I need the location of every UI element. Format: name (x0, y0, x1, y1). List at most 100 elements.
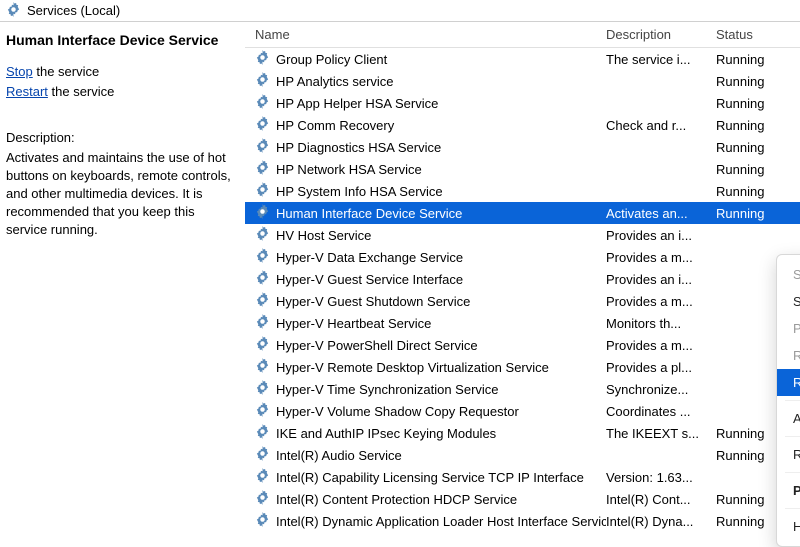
menu-separator (785, 472, 800, 473)
service-name-cell: Hyper-V Guest Shutdown Service (255, 292, 606, 310)
column-headers: Name Description Status (245, 22, 800, 48)
menu-all-tasks[interactable]: All Tasks▶ (777, 405, 800, 432)
table-row[interactable]: Intel(R) Dynamic Application Loader Host… (245, 510, 800, 532)
service-name: Hyper-V PowerShell Direct Service (276, 338, 478, 353)
menu-separator (785, 400, 800, 401)
service-status: Running (716, 162, 796, 177)
service-name-cell: Hyper-V PowerShell Direct Service (255, 336, 606, 354)
menu-refresh[interactable]: Refresh (777, 441, 800, 468)
service-name: Hyper-V Remote Desktop Virtualization Se… (276, 360, 549, 375)
table-row[interactable]: HP App Helper HSA ServiceRunning (245, 92, 800, 114)
service-name-cell: Hyper-V Time Synchronization Service (255, 380, 606, 398)
service-name: Intel(R) Content Protection HDCP Service (276, 492, 517, 507)
service-desc: Provides a m... (606, 338, 716, 353)
service-desc: Coordinates ... (606, 404, 716, 419)
service-name: Hyper-V Volume Shadow Copy Requestor (276, 404, 519, 419)
menu-help[interactable]: Help (777, 513, 800, 540)
table-row[interactable]: Group Policy Client The service i...Runni… (245, 48, 800, 70)
service-name: IKE and AuthIP IPsec Keying Modules (276, 426, 496, 441)
table-row[interactable]: HP Diagnostics HSA ServiceRunning (245, 136, 800, 158)
gear-icon (255, 204, 270, 222)
gear-icon (255, 402, 270, 420)
service-status: Running (716, 74, 796, 89)
gear-icon (255, 490, 270, 508)
gear-icon (255, 380, 270, 398)
gear-icon (255, 512, 270, 530)
gear-icon (255, 424, 270, 442)
titlebar: Services (Local) (0, 0, 800, 22)
service-desc: Intel(R) Cont... (606, 492, 716, 507)
service-name-cell: HP Diagnostics HSA Service (255, 138, 606, 156)
description-label: Description: (6, 130, 235, 145)
window-title: Services (Local) (27, 3, 120, 18)
table-row[interactable]: HP Network HSA Service Running (245, 158, 800, 180)
table-row[interactable]: Hyper-V PowerShell Direct Service Provide… (245, 334, 800, 356)
service-desc: The IKEEXT s... (606, 426, 716, 441)
table-row[interactable]: Human Interface Device ServiceActivates … (245, 202, 800, 224)
service-name-cell: Intel(R) Dynamic Application Loader Host… (255, 512, 606, 530)
gear-icon (255, 336, 270, 354)
menu-stop[interactable]: Stop (777, 288, 800, 315)
service-heading: Human Interface Device Service (6, 32, 235, 48)
service-name: Group Policy Client (276, 52, 387, 67)
service-status: Running (716, 52, 796, 67)
service-name-cell: IKE and AuthIP IPsec Keying Modules (255, 424, 606, 442)
service-name: Hyper-V Time Synchronization Service (276, 382, 499, 397)
service-desc: Check and r... (606, 118, 716, 133)
service-name-cell: HP Network HSA Service (255, 160, 606, 178)
service-status: Running (716, 184, 796, 199)
description-text: Activates and maintains the use of hot b… (6, 149, 235, 239)
service-name-cell: Hyper-V Remote Desktop Virtualization Se… (255, 358, 606, 376)
table-row[interactable]: HV Host ServiceProvides an i... (245, 224, 800, 246)
table-row[interactable]: HP Comm RecoveryCheck and r...Running (245, 114, 800, 136)
restart-tail: the service (48, 84, 114, 99)
service-name: Hyper-V Guest Service Interface (276, 272, 463, 287)
gear-icon (255, 468, 270, 486)
table-row[interactable]: Intel(R) Content Protection HDCP Service… (245, 488, 800, 510)
gear-icon (255, 314, 270, 332)
table-row[interactable]: IKE and AuthIP IPsec Keying Modules The I… (245, 422, 800, 444)
service-name-cell: HP System Info HSA Service (255, 182, 606, 200)
service-desc: Provides a m... (606, 250, 716, 265)
gear-icon (255, 270, 270, 288)
table-row[interactable]: Hyper-V Guest Service Interface Provides … (245, 268, 800, 290)
context-menu: Start Stop Pause Resume Restart All Task… (776, 254, 800, 547)
table-row[interactable]: Hyper-V Remote Desktop Virtualization Se… (245, 356, 800, 378)
stop-link[interactable]: Stop (6, 64, 33, 79)
table-row[interactable]: Intel(R) Capability Licensing Service TC… (245, 466, 800, 488)
table-row[interactable]: Hyper-V Data Exchange ServiceProvides a … (245, 246, 800, 268)
service-name-cell: Human Interface Device Service (255, 204, 606, 222)
service-desc: The service i... (606, 52, 716, 67)
service-name: HV Host Service (276, 228, 371, 243)
table-row[interactable]: Hyper-V Volume Shadow Copy Requestor Coor… (245, 400, 800, 422)
gear-icon (255, 72, 270, 90)
gear-icon (6, 2, 21, 20)
gear-icon (255, 116, 270, 134)
col-status[interactable]: Status (716, 27, 796, 42)
main-container: Human Interface Device Service Stop the … (0, 22, 800, 540)
table-row[interactable]: Hyper-V Heartbeat ServiceMonitors th... (245, 312, 800, 334)
service-rows: Group Policy ClientThe service i...Runni… (245, 48, 800, 532)
service-desc: Provides a m... (606, 294, 716, 309)
col-name[interactable]: Name (255, 27, 606, 42)
table-row[interactable]: HP Analytics service Running (245, 70, 800, 92)
table-row[interactable]: Intel(R) Audio ServiceRunning (245, 444, 800, 466)
stop-tail: the service (33, 64, 99, 79)
service-name: HP Analytics service (276, 74, 394, 89)
col-description[interactable]: Description (606, 27, 716, 42)
gear-icon (255, 160, 270, 178)
table-row[interactable]: HP System Info HSA Service Running (245, 180, 800, 202)
table-row[interactable]: Hyper-V Guest Shutdown Service Provides a… (245, 290, 800, 312)
table-row[interactable]: Hyper-V Time Synchronization ServiceSync… (245, 378, 800, 400)
service-name-cell: HP Comm Recovery (255, 116, 606, 134)
menu-resume: Resume (777, 342, 800, 369)
restart-link[interactable]: Restart (6, 84, 48, 99)
gear-icon (255, 248, 270, 266)
menu-restart[interactable]: Restart (777, 369, 800, 396)
menu-properties[interactable]: Properties (777, 477, 800, 504)
service-name: Hyper-V Guest Shutdown Service (276, 294, 470, 309)
service-desc: Provides a pl... (606, 360, 716, 375)
menu-separator (785, 436, 800, 437)
service-desc: Provides an i... (606, 272, 716, 287)
service-name-cell: Hyper-V Data Exchange Service (255, 248, 606, 266)
